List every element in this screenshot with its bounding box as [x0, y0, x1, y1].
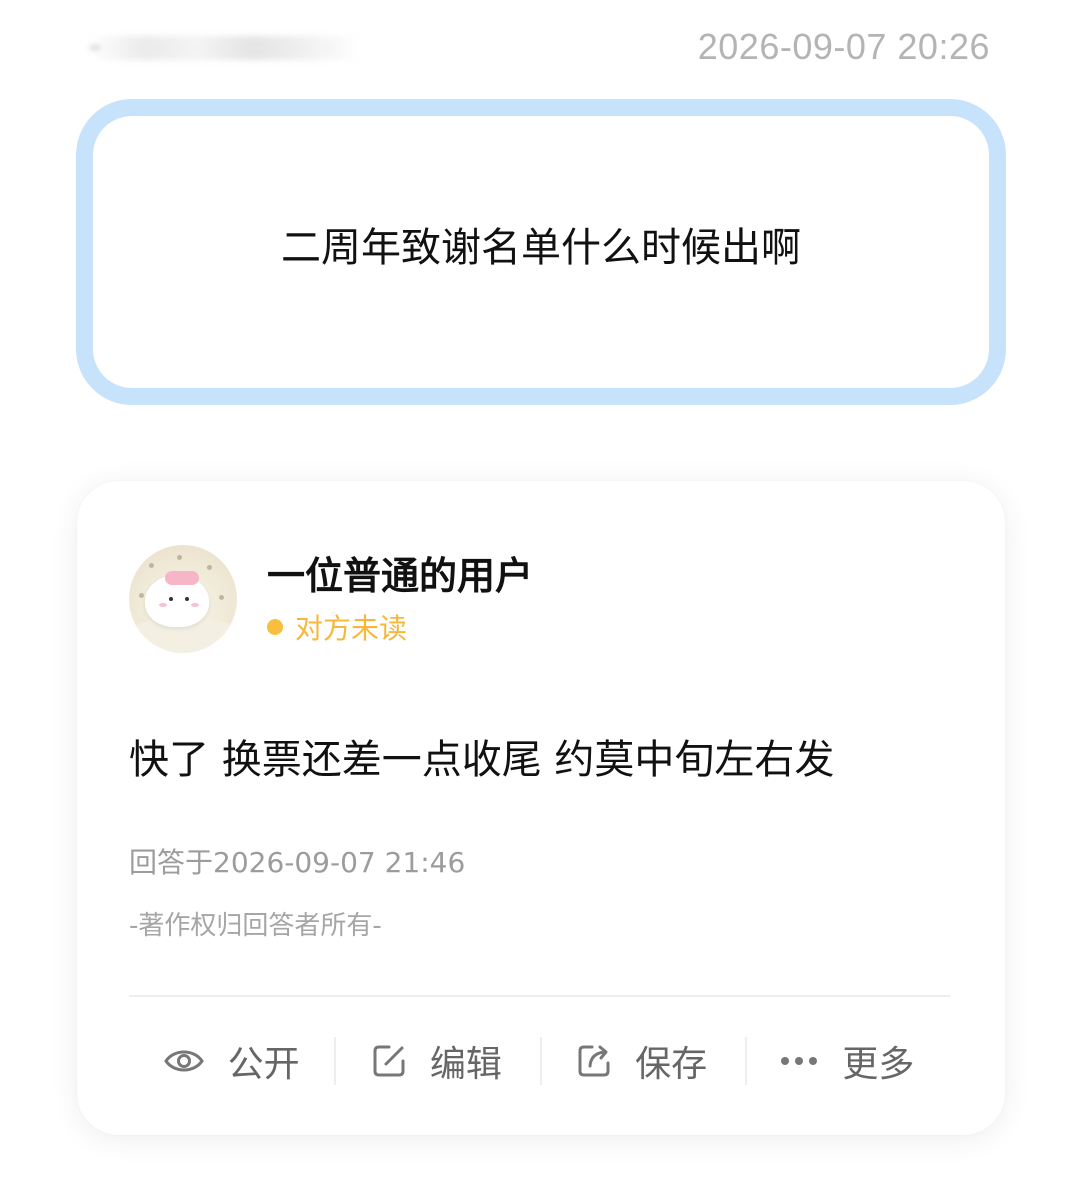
- more-button[interactable]: 更多: [744, 1029, 950, 1093]
- save-button-label: 保存: [635, 1044, 708, 1085]
- answered-timestamp: 回答于2026-09-07 21:46: [129, 846, 466, 879]
- action-bar: 公开 编辑 保存 更多: [129, 1029, 950, 1093]
- copyright-notice: -著作权归回答者所有-: [129, 911, 382, 941]
- edit-icon: [373, 1045, 405, 1077]
- public-button-label: 公开: [227, 1044, 300, 1085]
- question-card: 二周年致谢名单什么时候出啊: [76, 99, 1006, 405]
- edit-button-label: 编辑: [429, 1044, 502, 1085]
- public-button[interactable]: 公开: [129, 1029, 334, 1093]
- answer-card: 一位普通的用户 对方未读 快了 换票还差一点收尾 约莫中旬左右发 回答于2026…: [77, 481, 1005, 1135]
- read-status-label: 对方未读: [295, 612, 408, 645]
- question-text: 二周年致谢名单什么时候出啊: [281, 225, 801, 271]
- edit-button[interactable]: 编辑: [334, 1029, 539, 1093]
- share-icon: [578, 1045, 610, 1077]
- more-dots-icon: [781, 1057, 818, 1065]
- answer-text: 快了 换票还差一点收尾 约莫中旬左右发: [129, 737, 835, 783]
- avatar[interactable]: [129, 545, 237, 653]
- question-timestamp: 2026-09-07 20:26: [697, 26, 990, 67]
- save-button[interactable]: 保存: [539, 1029, 745, 1093]
- more-button-label: 更多: [842, 1044, 915, 1085]
- status-dot-icon: [267, 619, 283, 635]
- read-status: 对方未读: [267, 607, 407, 647]
- blurred-username: [90, 36, 360, 60]
- eye-icon: [163, 1050, 204, 1072]
- username[interactable]: 一位普通的用户: [267, 545, 533, 600]
- top-bar: 2026-09-07 20:26: [90, 22, 990, 74]
- divider: [129, 995, 950, 997]
